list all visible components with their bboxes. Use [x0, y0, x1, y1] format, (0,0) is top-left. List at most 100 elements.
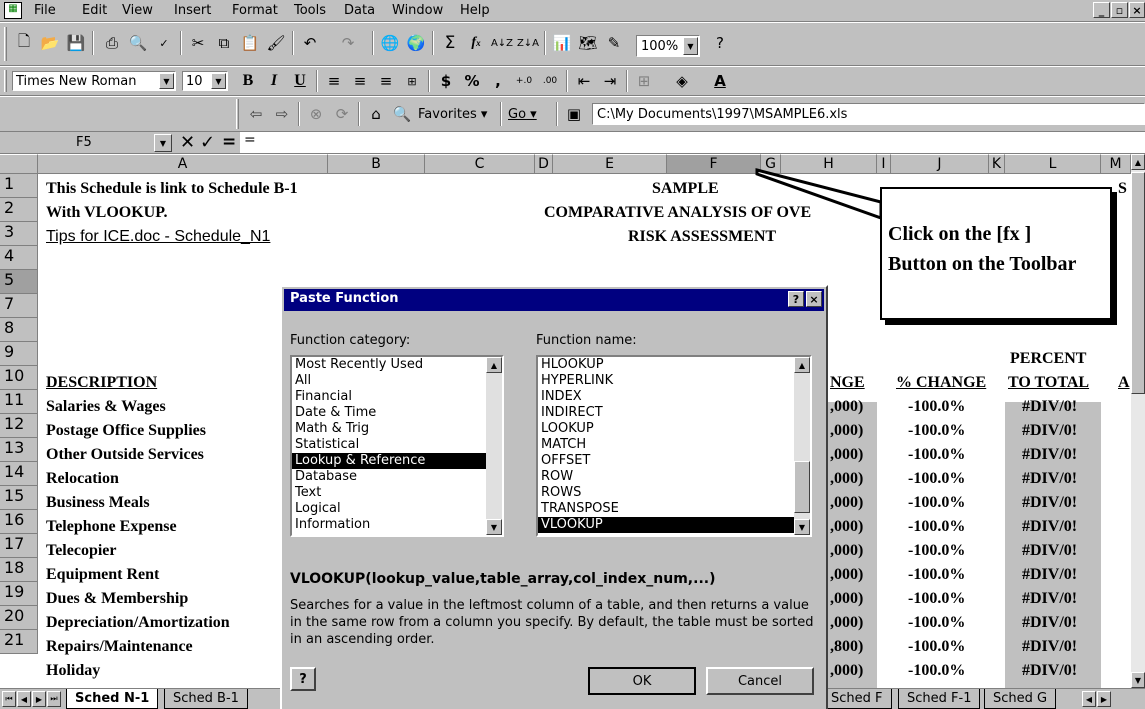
column-header-l[interactable]: L	[1005, 154, 1101, 174]
chevron-down-icon[interactable]: ▼	[154, 134, 172, 152]
category-item[interactable]: All	[292, 373, 502, 389]
row-header-21[interactable]: 21	[0, 630, 38, 654]
row-header-3[interactable]: 3	[0, 222, 38, 246]
row-header-12[interactable]: 12	[0, 414, 38, 438]
comma-button[interactable]: ,	[486, 69, 510, 93]
change-cell[interactable]: ,000)	[830, 422, 863, 440]
sort-ascending-icon[interactable]: A↓Z	[490, 31, 514, 55]
cancel-button[interactable]: Cancel	[706, 667, 814, 695]
ok-button[interactable]: OK	[588, 667, 696, 695]
percent-total-cell[interactable]: #DIV/0!	[1022, 518, 1077, 536]
function-item[interactable]: INDEX	[538, 389, 810, 405]
first-sheet-icon[interactable]: ⏮	[2, 691, 16, 707]
font-color-icon[interactable]: A	[708, 69, 732, 93]
category-item[interactable]: Date & Time	[292, 405, 502, 421]
sheet-tab-f[interactable]: Sched F	[822, 689, 892, 709]
zoom-select[interactable]: 100% ▼	[636, 35, 700, 57]
fill-color-icon[interactable]: ◈	[670, 69, 694, 93]
percent-change-cell[interactable]: -100.0%	[908, 662, 965, 680]
increase-decimal-icon[interactable]: +.0	[512, 69, 536, 93]
cell-a9[interactable]: DESCRIPTION	[46, 374, 157, 392]
new-icon[interactable]: 🗋	[12, 31, 36, 55]
row-header-7[interactable]: 7	[0, 294, 38, 318]
sheet-tab-n1[interactable]: Sched N-1	[66, 689, 159, 709]
row-header-2[interactable]: 2	[0, 198, 38, 222]
cell-a3-link[interactable]: Tips for ICE.doc - Schedule_N1	[46, 228, 270, 246]
row-header-10[interactable]: 10	[0, 366, 38, 390]
change-cell[interactable]: ,000)	[830, 470, 863, 488]
description-cell[interactable]: Salaries & Wages	[46, 398, 166, 416]
category-scrollbar[interactable]: ▲ ▼	[486, 357, 502, 535]
close-icon[interactable]: ×	[806, 291, 822, 307]
chevron-down-icon[interactable]: ▼	[683, 37, 698, 55]
office-assistant-icon[interactable]: ?	[290, 667, 316, 691]
column-header-k[interactable]: K	[989, 154, 1005, 174]
row-header-1[interactable]: 1	[0, 174, 38, 198]
percent-change-cell[interactable]: -100.0%	[908, 566, 965, 584]
menu-window[interactable]: Window	[392, 3, 443, 18]
category-item[interactable]: Information	[292, 517, 502, 533]
merge-center-icon[interactable]: ⊞	[400, 69, 424, 93]
category-item[interactable]: Lookup & Reference	[292, 453, 502, 469]
category-item[interactable]: Database	[292, 469, 502, 485]
row-header-19[interactable]: 19	[0, 582, 38, 606]
function-item[interactable]: VLOOKUP	[538, 517, 810, 533]
cell-a2[interactable]: With VLOOKUP.	[46, 204, 168, 222]
cell-l9[interactable]: TO TOTAL	[1008, 374, 1089, 392]
sheet-tab-f1[interactable]: Sched F-1	[898, 689, 981, 709]
function-item[interactable]: HLOOKUP	[538, 357, 810, 373]
sheet-tab-b1[interactable]: Sched B-1	[164, 689, 248, 709]
sort-descending-icon[interactable]: Z↓A	[516, 31, 540, 55]
scroll-thumb[interactable]	[794, 461, 810, 513]
percent-change-cell[interactable]: -100.0%	[908, 638, 965, 656]
bold-button[interactable]: B	[236, 69, 260, 93]
font-select[interactable]: Times New Roman ▼	[12, 71, 176, 91]
row-header-11[interactable]: 11	[0, 390, 38, 414]
column-header-m[interactable]: M	[1101, 154, 1131, 174]
function-item[interactable]: INDIRECT	[538, 405, 810, 421]
description-cell[interactable]: Repairs/Maintenance	[46, 638, 193, 656]
percent-total-cell[interactable]: #DIV/0!	[1022, 398, 1077, 416]
description-cell[interactable]: Telephone Expense	[46, 518, 177, 536]
category-item[interactable]: Financial	[292, 389, 502, 405]
name-box[interactable]: F5 ▼	[64, 133, 172, 153]
column-header-d[interactable]: D	[535, 154, 553, 174]
next-sheet-icon[interactable]: ▶	[32, 691, 46, 707]
percent-total-cell[interactable]: #DIV/0!	[1022, 590, 1077, 608]
chevron-down-icon[interactable]: ▼	[159, 73, 174, 89]
refresh-icon[interactable]: ⟳	[330, 102, 354, 126]
description-cell[interactable]: Dues & Membership	[46, 590, 188, 608]
go-button[interactable]: Go ▾	[508, 107, 537, 122]
percent-change-cell[interactable]: -100.0%	[908, 422, 965, 440]
function-item[interactable]: HYPERLINK	[538, 373, 810, 389]
change-cell[interactable]: ,000)	[830, 518, 863, 536]
scroll-down-icon[interactable]: ▼	[794, 519, 810, 535]
function-scrollbar[interactable]: ▲ ▼	[794, 357, 810, 535]
percent-button[interactable]: %	[460, 69, 484, 93]
menu-insert[interactable]: Insert	[174, 3, 211, 18]
font-size-select[interactable]: 10 ▼	[182, 71, 228, 91]
column-header-f[interactable]: F	[667, 154, 761, 174]
category-item[interactable]: Text	[292, 485, 502, 501]
percent-change-cell[interactable]: -100.0%	[908, 542, 965, 560]
cancel-icon[interactable]: ✕	[180, 132, 195, 153]
percent-change-cell[interactable]: -100.0%	[908, 398, 965, 416]
web-toolbar-icon[interactable]: 🌍	[404, 31, 428, 55]
percent-total-cell[interactable]: #DIV/0!	[1022, 662, 1077, 680]
row-header-8[interactable]: 8	[0, 318, 38, 342]
open-icon[interactable]: 📂	[38, 31, 62, 55]
excel-doc-icon[interactable]: ▦	[4, 2, 22, 19]
back-icon[interactable]: ⇦	[244, 102, 268, 126]
address-field[interactable]: C:\My Documents\1997\MSAMPLE6.xls	[592, 103, 1145, 125]
column-header-j[interactable]: J	[891, 154, 989, 174]
print-icon[interactable]: ⎙	[100, 31, 124, 55]
menu-data[interactable]: Data	[344, 3, 375, 18]
percent-total-cell[interactable]: #DIV/0!	[1022, 542, 1077, 560]
undo-icon[interactable]: ↶	[298, 31, 322, 55]
menu-view[interactable]: View	[122, 3, 153, 18]
cell-l8[interactable]: PERCENT	[1010, 350, 1086, 368]
change-cell[interactable]: ,000)	[830, 590, 863, 608]
category-item[interactable]: Statistical	[292, 437, 502, 453]
function-item[interactable]: LOOKUP	[538, 421, 810, 437]
redo-icon[interactable]: ↷	[336, 31, 360, 55]
